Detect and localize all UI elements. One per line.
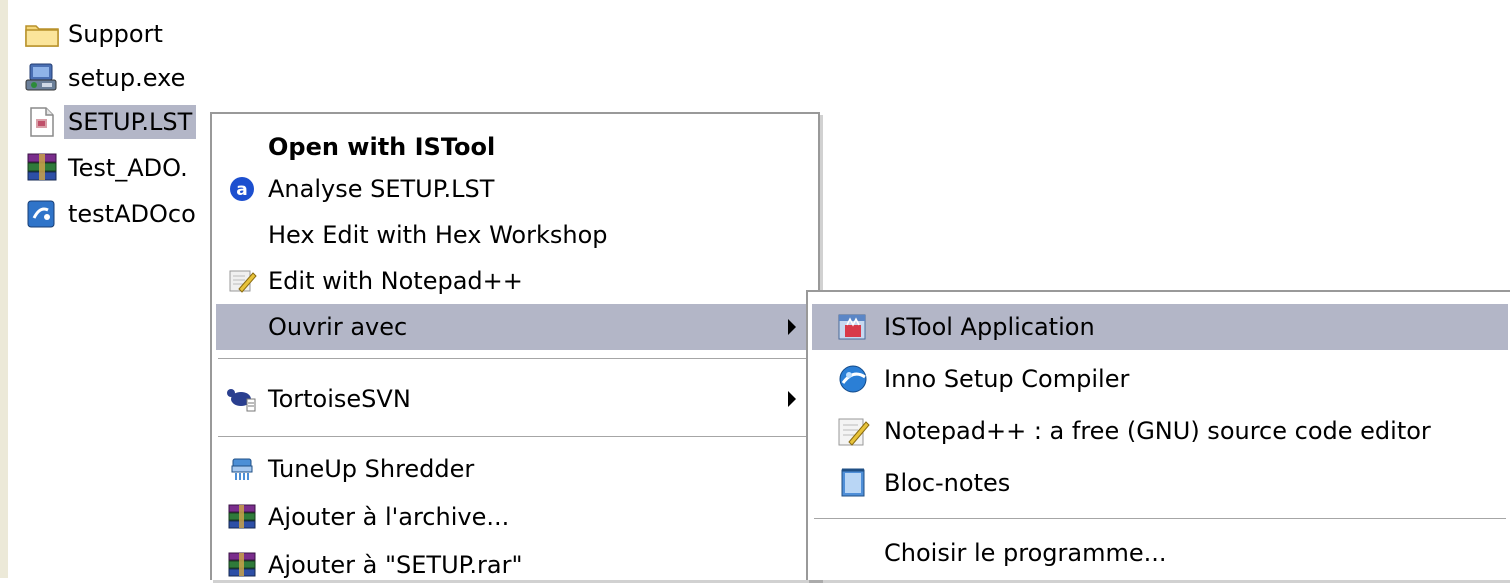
file-name: testADOco <box>68 200 196 228</box>
menu-separator <box>814 518 1506 520</box>
menu-item-ouvrir-avec[interactable]: Ouvrir avec <box>216 304 814 350</box>
menu-item-add-archive[interactable]: Ajouter à l'archive... <box>216 494 814 540</box>
submenu-item-inno-setup[interactable]: Inno Setup Compiler <box>812 356 1508 402</box>
notepadpp-icon <box>822 411 884 451</box>
file-item-support[interactable]: Support <box>20 16 167 52</box>
file-name: Test_ADO. <box>68 154 188 182</box>
menu-separator <box>218 358 812 360</box>
menu-item-analyse[interactable]: a Analyse SETUP.LST <box>216 166 814 212</box>
submenu-item-istool[interactable]: ISTool Application <box>812 304 1508 350</box>
lst-file-icon <box>20 105 64 139</box>
file-item-test-ado[interactable]: Test_ADO. <box>20 150 192 186</box>
notepad-icon <box>822 463 884 503</box>
winrar-archive-icon <box>20 151 64 185</box>
file-item-setup-exe[interactable]: setup.exe <box>20 60 189 96</box>
setup-exe-icon <box>20 61 64 95</box>
tortoisesvn-icon <box>216 379 268 419</box>
inno-setup-icon <box>822 359 884 399</box>
file-name: setup.exe <box>68 64 186 92</box>
menu-item-tuneup-shredder[interactable]: TuneUp Shredder <box>216 446 814 492</box>
script-file-icon <box>20 197 64 231</box>
winrar-icon <box>216 545 268 585</box>
menu-item-hex-edit[interactable]: Hex Edit with Hex Workshop <box>216 212 814 258</box>
winrar-icon <box>216 497 268 537</box>
istool-icon <box>822 307 884 347</box>
menu-item-tortoisesvn[interactable]: TortoiseSVN <box>216 376 814 422</box>
submenu-item-bloc-notes[interactable]: Bloc-notes <box>812 460 1508 506</box>
file-name: Support <box>68 20 163 48</box>
analyse-icon: a <box>216 169 268 209</box>
shredder-icon <box>216 449 268 489</box>
file-item-testadoco[interactable]: testADOco <box>20 196 200 232</box>
submenu-arrow-icon <box>788 319 796 335</box>
explorer-left-edge <box>0 0 8 578</box>
submenu-arrow-icon <box>788 391 796 407</box>
menu-item-open-with-istool[interactable]: Open with ISTool <box>216 124 814 170</box>
menu-item-add-setup-rar[interactable]: Ajouter à "SETUP.rar" <box>216 542 814 588</box>
menu-separator <box>218 436 812 438</box>
folder-icon <box>20 17 64 51</box>
open-with-submenu: ISTool Application Inno Setup Compiler N… <box>806 290 1510 580</box>
submenu-item-notepadpp[interactable]: Notepad++ : a free (GNU) source code edi… <box>812 408 1508 454</box>
notepadpp-icon <box>216 261 268 301</box>
submenu-item-choisir-programme[interactable]: Choisir le programme... <box>812 530 1508 576</box>
context-menu: Open with ISTool a Analyse SETUP.LST Hex… <box>210 112 820 580</box>
file-item-setup-lst[interactable]: SETUP.LST <box>20 104 197 140</box>
menu-item-edit-notepadpp[interactable]: Edit with Notepad++ <box>216 258 814 304</box>
file-name: SETUP.LST <box>64 105 197 139</box>
svg-text:a: a <box>236 180 247 200</box>
